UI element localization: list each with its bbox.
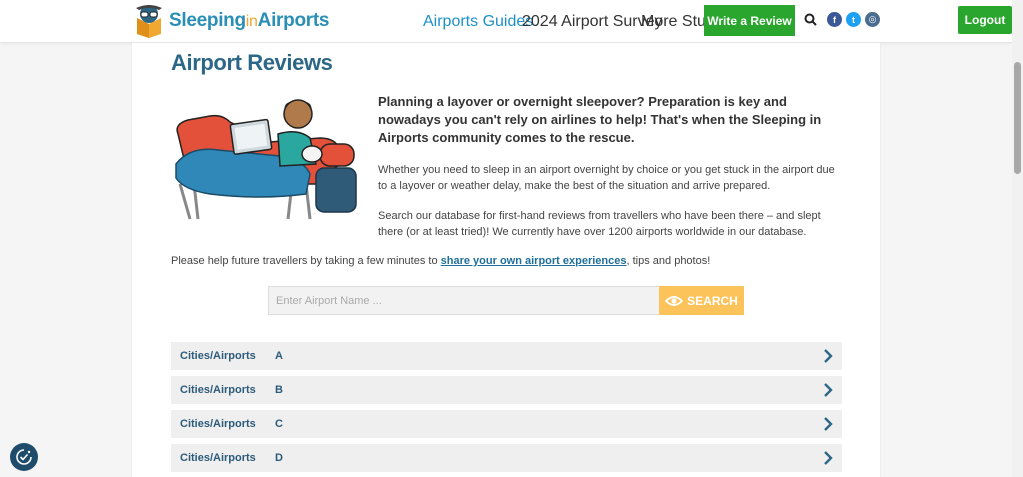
help-line: Please help future travellers by taking … [171, 255, 711, 267]
write-review-button[interactable]: Write a Review [704, 5, 795, 36]
chevron-right-icon [824, 349, 833, 363]
airport-search-input[interactable] [268, 286, 660, 315]
chevron-right-icon [824, 383, 833, 397]
accordion-label: Cities/Airports [180, 384, 256, 396]
search-button[interactable]: SEARCH [659, 286, 744, 315]
search-button-label: SEARCH [687, 293, 738, 308]
intro-paragraph: Whether you need to sleep in an airport … [378, 164, 835, 192]
accordion-label: Cities/Airports [180, 350, 256, 362]
accordion-row-d[interactable]: Cities/Airports D [171, 444, 842, 472]
accordion-letter: B [275, 384, 283, 396]
chevron-right-icon [824, 417, 833, 431]
logo-icon [136, 5, 162, 38]
accordion-label: Cities/Airports [180, 452, 256, 464]
site-header: SleepinginAirports Airports Guides 2024 … [0, 0, 1012, 43]
cookie-settings-button[interactable] [10, 443, 38, 471]
database-paragraph: Search our database for first-hand revie… [378, 210, 821, 238]
twitter-icon[interactable]: t [846, 12, 861, 27]
scrollbar-thumb[interactable] [1014, 62, 1021, 174]
logo-text: SleepinginAirports [169, 10, 330, 31]
lead-text: Planning a layover or overnight sleepove… [378, 94, 822, 145]
page-title: Airport Reviews [171, 50, 333, 75]
site-logo[interactable]: SleepinginAirports [133, 4, 329, 38]
search-icon[interactable] [804, 13, 817, 26]
privacy-icon [16, 449, 32, 465]
accordion-letter: A [275, 350, 283, 362]
accordion-row-a[interactable]: Cities/Airports A [171, 342, 842, 370]
facebook-icon[interactable]: f [827, 12, 842, 27]
accordion-row-b[interactable]: Cities/Airports B [171, 376, 842, 404]
page-scrollbar[interactable] [1012, 0, 1023, 477]
accordion-letter: D [275, 452, 283, 464]
nav-airports-guides[interactable]: Airports Guides [423, 13, 533, 31]
eye-icon [665, 295, 684, 306]
chevron-right-icon [824, 451, 833, 465]
share-experience-link[interactable]: share your own airport experiences [441, 255, 627, 267]
logout-button[interactable]: Logout [958, 6, 1012, 34]
traveller-illustration [175, 99, 357, 220]
accordion-row-c[interactable]: Cities/Airports C [171, 410, 842, 438]
accordion-label: Cities/Airports [180, 418, 256, 430]
accordion-letter: C [275, 418, 283, 430]
instagram-icon[interactable]: ◎ [865, 12, 880, 27]
